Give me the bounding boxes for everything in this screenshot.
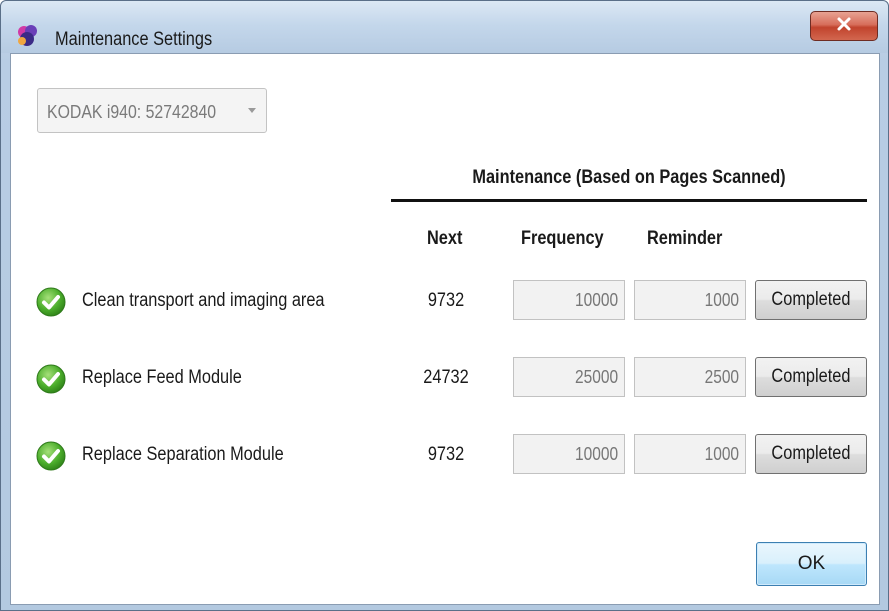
task-label: Replace Separation Module [82, 444, 284, 465]
frequency-field[interactable]: 25000 [513, 357, 625, 397]
app-icon [15, 23, 41, 49]
reminder-value: 2500 [704, 367, 739, 387]
column-header-frequency: Frequency [521, 228, 604, 249]
green-check-icon [35, 363, 67, 395]
close-icon [836, 16, 852, 37]
reminder-value: 1000 [704, 290, 739, 310]
frequency-value: 10000 [574, 290, 618, 310]
next-value: 24732 [423, 367, 469, 388]
task-label: Clean transport and imaging area [82, 290, 325, 311]
green-check-icon [35, 440, 67, 472]
next-value: 9732 [427, 290, 465, 311]
column-header-next: Next [427, 228, 463, 249]
completed-button-label: Completed [771, 366, 851, 387]
reminder-value: 1000 [704, 444, 739, 464]
section-divider [391, 199, 867, 202]
close-button[interactable] [810, 11, 878, 41]
device-select[interactable]: KODAK i940: 52742840 [37, 88, 267, 133]
completed-button-label: Completed [771, 443, 851, 464]
completed-button[interactable]: Completed [755, 357, 867, 397]
completed-button-label: Completed [771, 289, 851, 310]
reminder-field[interactable]: 1000 [634, 280, 746, 320]
device-select-value: KODAK i940: 52742840 [47, 102, 217, 122]
reminder-field[interactable]: 1000 [634, 434, 746, 474]
green-check-icon [35, 286, 67, 318]
task-row: Replace Feed Module 24732 25000 2500 Com… [11, 353, 879, 401]
completed-button[interactable]: Completed [755, 434, 867, 474]
completed-button[interactable]: Completed [755, 280, 867, 320]
task-label: Replace Feed Module [82, 367, 242, 388]
title-bar[interactable]: Maintenance Settings [1, 1, 888, 53]
task-row: Replace Separation Module 9732 10000 100… [11, 430, 879, 478]
maintenance-settings-dialog: Maintenance Settings KODAK i940: 5274284… [0, 0, 889, 611]
chevron-down-icon [248, 108, 256, 113]
task-row: Clean transport and imaging area 9732 10… [11, 276, 879, 324]
ok-button[interactable]: OK [756, 542, 867, 586]
reminder-field[interactable]: 2500 [634, 357, 746, 397]
column-header-reminder: Reminder [647, 228, 723, 249]
window-title: Maintenance Settings [55, 29, 213, 50]
next-value: 9732 [427, 444, 465, 465]
frequency-field[interactable]: 10000 [513, 434, 625, 474]
section-title: Maintenance (Based on Pages Scanned) [472, 167, 786, 188]
frequency-value: 10000 [574, 444, 618, 464]
frequency-field[interactable]: 10000 [513, 280, 625, 320]
frequency-value: 25000 [574, 367, 618, 387]
dialog-content: KODAK i940: 52742840 Maintenance (Based … [10, 53, 880, 605]
